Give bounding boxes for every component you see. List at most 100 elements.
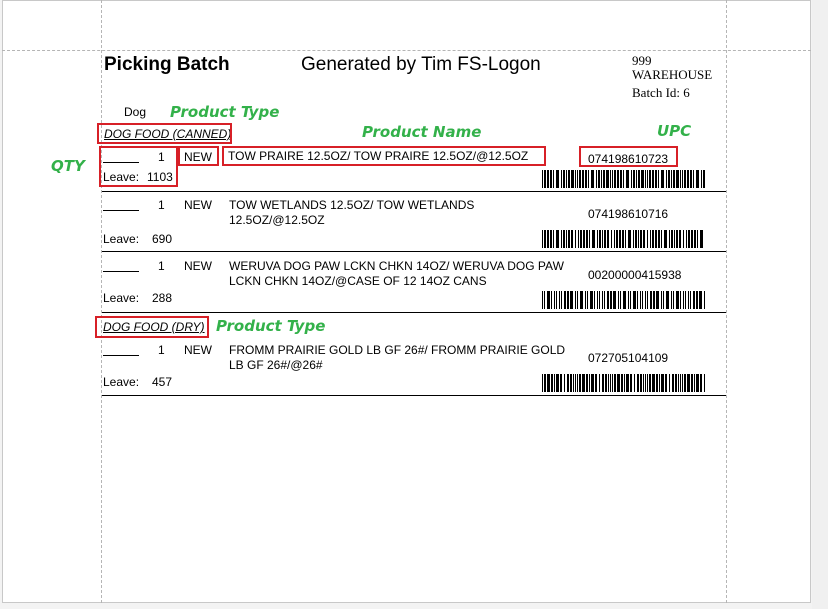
barcode-bar	[685, 291, 686, 309]
scrollbar-track[interactable]	[812, 0, 828, 609]
barcode-bar	[652, 230, 654, 248]
barcode-bar	[614, 230, 615, 248]
item-description-2: LCKN CHKN 14OZ/@CASE OF 12 14OZ CANS	[229, 274, 487, 288]
barcode-bar	[701, 170, 702, 188]
barcode-bar	[650, 291, 652, 309]
barcode-bar	[674, 230, 675, 248]
barcode-bar	[704, 374, 705, 392]
barcode-bar	[669, 374, 670, 392]
barcode-bar	[663, 291, 664, 309]
barcode-bar	[583, 230, 585, 248]
barcode-bar	[602, 230, 603, 248]
highlight-box-product-name	[222, 146, 546, 166]
item-description-2: LB GF 26#/@26#	[229, 358, 323, 372]
barcode-bar	[680, 291, 681, 309]
barcode-bar	[577, 291, 578, 309]
barcode-bar	[700, 230, 703, 248]
barcode-bar	[686, 230, 687, 248]
barcode-bar	[582, 170, 584, 188]
barcode-bar	[628, 291, 629, 309]
barcode-bar	[704, 291, 705, 309]
barcode-bar	[550, 230, 552, 248]
barcode-bar	[550, 170, 552, 188]
barcode-bar	[647, 374, 648, 392]
barcode-bar	[652, 170, 654, 188]
barcode-bar	[616, 230, 618, 248]
barcode-bar	[643, 230, 645, 248]
barcode-bar	[680, 170, 681, 188]
row-divider	[102, 395, 726, 396]
barcode-bar	[693, 291, 695, 309]
barcode-bar	[586, 230, 588, 248]
barcode-bar	[591, 374, 594, 392]
barcode-bar	[542, 291, 543, 309]
item-status: NEW	[184, 259, 212, 273]
barcode-bar	[656, 374, 658, 392]
item-status: NEW	[184, 198, 212, 212]
report-title: Picking Batch	[104, 54, 230, 75]
barcode-bar	[621, 374, 623, 392]
barcode-bar	[604, 230, 606, 248]
barcode	[542, 374, 705, 392]
barcode-bar	[638, 170, 640, 188]
barcode-bar	[542, 170, 543, 188]
margin-guide-left	[101, 0, 102, 603]
barcode-bar	[655, 170, 657, 188]
row-divider	[102, 312, 726, 313]
barcode-bar	[625, 230, 626, 248]
barcode-bar	[590, 291, 593, 309]
barcode-bar	[656, 291, 659, 309]
barcode-bar	[547, 230, 549, 248]
row-divider	[102, 191, 726, 192]
barcode-bar	[645, 374, 646, 392]
barcode-bar	[700, 374, 702, 392]
barcode-bar	[556, 374, 559, 392]
barcode-bar	[567, 291, 569, 309]
barcode-bar	[665, 374, 667, 392]
item-description: TOW WETLANDS 12.5OZ/ TOW WETLANDS	[229, 198, 475, 212]
barcode-bar	[603, 170, 605, 188]
barcode-bar	[683, 291, 684, 309]
qty-blank	[103, 355, 139, 356]
barcode-bar	[570, 374, 572, 392]
leave-label: Leave:	[103, 291, 140, 305]
barcode-bar	[561, 291, 562, 309]
barcode-bar	[544, 170, 546, 188]
item-upc: 074198610716	[588, 207, 669, 221]
barcode-bar	[661, 170, 664, 188]
barcode-bar	[687, 374, 690, 392]
barcode-bar	[649, 170, 651, 188]
barcode-bar	[676, 291, 679, 309]
barcode-bar	[606, 170, 609, 188]
barcode-bar	[650, 230, 651, 248]
barcode-bar	[597, 230, 598, 248]
barcode-bar	[690, 170, 692, 188]
barcode-bar	[580, 230, 582, 248]
annotation-qty: QTY	[51, 157, 85, 175]
highlight-box-status	[178, 146, 219, 166]
barcode-bar	[623, 291, 626, 309]
barcode-bar	[575, 374, 576, 392]
barcode-bar	[694, 230, 696, 248]
barcode-bar	[573, 374, 574, 392]
barcode-bar	[659, 374, 660, 392]
barcode-bar	[612, 374, 613, 392]
barcode-bar	[676, 170, 679, 188]
barcode-bar	[575, 291, 576, 309]
leave-value: 690	[152, 232, 173, 246]
barcode-bar	[610, 170, 611, 188]
barcode-bar	[684, 374, 686, 392]
barcode-bar	[640, 291, 641, 309]
group-label: Dog	[124, 105, 147, 119]
barcode-bar	[626, 374, 629, 392]
highlight-box-category-canned	[97, 123, 232, 144]
barcode-bar	[652, 374, 655, 392]
barcode-bar	[575, 170, 576, 188]
item-upc: 00200000415938	[588, 268, 682, 282]
barcode-bar	[642, 291, 643, 309]
barcode-bar	[669, 230, 670, 248]
barcode-bar	[556, 291, 557, 309]
barcode-bar	[661, 230, 662, 248]
barcode-bar	[655, 230, 657, 248]
barcode-bar	[589, 374, 590, 392]
